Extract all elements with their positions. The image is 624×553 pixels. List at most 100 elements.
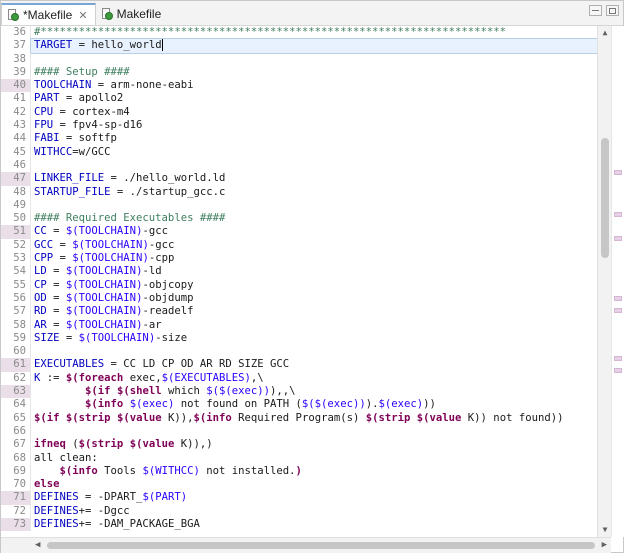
horizontal-scrollbar[interactable]: ◀ ▶	[1, 537, 611, 553]
code-text[interactable]: PART = apollo2	[31, 92, 123, 105]
code-line[interactable]: 63 $(if $(shell which $($(exec))),,\	[1, 385, 597, 399]
scroll-left-icon[interactable]: ◀	[35, 540, 40, 550]
code-text[interactable]: OD = $(TOOLCHAIN)-objdump	[31, 292, 193, 305]
code-text[interactable]: SIZE = $(TOOLCHAIN)-size	[31, 332, 187, 345]
code-line[interactable]: 55 CP = $(TOOLCHAIN)-objcopy	[1, 278, 597, 292]
code-line[interactable]: 62 K := $(foreach exec,$(EXECUTABLES),\	[1, 371, 597, 386]
current-code-line[interactable]: 37 TARGET = hello_world	[1, 38, 597, 54]
code-line[interactable]: 43 FPU = fpv4-sp-d16	[1, 119, 597, 133]
code-text[interactable]: CP = $(TOOLCHAIN)-objcopy	[31, 279, 193, 292]
code-line[interactable]: 57 RD = $(TOOLCHAIN)-readelf	[1, 305, 597, 319]
code-line[interactable]: 47 LINKER_FILE = ./hello_world.ld	[1, 172, 597, 186]
code-line[interactable]: 39 #### Setup ####	[1, 65, 597, 80]
code-line[interactable]: 61 EXECUTABLES = CC LD CP OD AR RD SIZE G…	[1, 358, 597, 372]
code-line[interactable]: 68 all clean:	[1, 451, 597, 465]
code-line[interactable]: 46	[1, 158, 597, 173]
code-text[interactable]: #### Required Executables ####	[31, 212, 225, 225]
code-line[interactable]: 40 TOOLCHAIN = arm-none-eabi	[1, 79, 597, 93]
code-text[interactable]: else	[31, 478, 60, 491]
code-line[interactable]: 66	[1, 424, 597, 439]
code-text[interactable]	[31, 199, 34, 212]
code-token: =	[53, 252, 73, 265]
vertical-scroll-thumb[interactable]	[601, 138, 609, 258]
code-line[interactable]: 71 DEFINES = -DPART_$(PART)	[1, 491, 597, 505]
code-line[interactable]: 52 GCC = $(TOOLCHAIN)-gcc	[1, 238, 597, 253]
code-text[interactable]: $(if $(shell which $($(exec))),,\	[31, 385, 296, 398]
code-text[interactable]: all clean:	[31, 452, 98, 465]
code-text[interactable]: CPU = cortex-m4	[31, 106, 130, 119]
code-text[interactable]: EXECUTABLES = CC LD CP OD AR RD SIZE GCC	[31, 358, 289, 371]
code-line[interactable]: 42 CPU = cortex-m4	[1, 105, 597, 120]
scroll-up-icon[interactable]: ▲	[601, 28, 609, 38]
code-line[interactable]: 69 $(info Tools $(WITHCC) not installed.…	[1, 464, 597, 479]
code-line[interactable]: 54 LD = $(TOOLCHAIN)-ld	[1, 265, 597, 279]
occurrence-marker[interactable]	[614, 296, 622, 301]
code-text[interactable]: K := $(foreach exec,$(EXECUTABLES),\	[31, 372, 264, 385]
code-line[interactable]: 65 $(if $(strip $(value K)),$(info Requir…	[1, 411, 597, 425]
code-line[interactable]: 58 AR = $(TOOLCHAIN)-ar	[1, 318, 597, 332]
code-text[interactable]: FPU = fpv4-sp-d16	[31, 119, 142, 132]
code-text[interactable]: TARGET = hello_world	[30, 38, 597, 54]
code-text[interactable]: AR = $(TOOLCHAIN)-ar	[31, 319, 162, 332]
code-text[interactable]: WITHCC=w/GCC	[31, 146, 111, 159]
code-line[interactable]: 38	[1, 52, 597, 66]
occurrence-marker[interactable]	[614, 356, 622, 361]
code-text[interactable]: $(info $(exec) not found on PATH ($($(ex…	[31, 398, 436, 411]
code-text[interactable]: GCC = $(TOOLCHAIN)-gcc	[31, 239, 174, 252]
maximize-icon[interactable]	[606, 5, 619, 16]
occurrence-marker[interactable]	[614, 212, 622, 217]
code-line[interactable]: 56 OD = $(TOOLCHAIN)-objdump	[1, 291, 597, 306]
code-editor[interactable]: 36 #*************************************…	[1, 26, 597, 537]
code-line[interactable]: 50 #### Required Executables ####	[1, 212, 597, 226]
occurrence-marker[interactable]	[614, 308, 622, 313]
code-line[interactable]: 59 SIZE = $(TOOLCHAIN)-size	[1, 331, 597, 346]
code-line[interactable]: 53 CPP = $(TOOLCHAIN)-cpp	[1, 252, 597, 266]
code-text[interactable]: RD = $(TOOLCHAIN)-readelf	[31, 305, 193, 318]
code-line[interactable]: 67 ifneq ($(strip $(value K)),)	[1, 438, 597, 452]
tab-makefile-modified[interactable]: *Makefile ✕	[1, 3, 96, 25]
code-line[interactable]: 70 else	[1, 478, 597, 492]
minimize-icon[interactable]	[589, 5, 602, 16]
code-text[interactable]	[31, 53, 34, 66]
code-text[interactable]: ifneq ($(strip $(value K)),)	[31, 438, 213, 451]
horizontal-scroll-thumb[interactable]	[47, 542, 595, 549]
code-line[interactable]: 45 WITHCC=w/GCC	[1, 145, 597, 159]
code-line[interactable]: 41 PART = apollo2	[1, 92, 597, 106]
scroll-down-icon[interactable]: ▼	[601, 525, 609, 535]
overview-ruler[interactable]	[611, 26, 624, 537]
code-line[interactable]: 72 DEFINES+= -Dgcc	[1, 504, 597, 518]
code-line[interactable]: 60	[1, 345, 597, 359]
code-text[interactable]	[31, 425, 34, 438]
code-text[interactable]: LINKER_FILE = ./hello_world.ld	[31, 172, 225, 185]
code-text[interactable]: FABI = softfp	[31, 132, 117, 145]
code-line[interactable]: 44 FABI = softfp	[1, 132, 597, 146]
code-text[interactable]: $(if $(strip $(value K)),$(info Required…	[31, 412, 563, 425]
code-token: CP	[34, 278, 47, 291]
code-line[interactable]: 48 STARTUP_FILE = ./startup_gcc.c	[1, 185, 597, 199]
code-text[interactable]	[31, 159, 34, 172]
tab-makefile[interactable]: Makefile	[96, 3, 169, 25]
code-text[interactable]	[31, 345, 34, 358]
code-text[interactable]: #### Setup ####	[31, 66, 130, 79]
code-line[interactable]: 73 DEFINES+= -DAM_PACKAGE_BGA	[1, 517, 597, 532]
occurrence-marker[interactable]	[614, 236, 622, 241]
code-text[interactable]: CC = $(TOOLCHAIN)-gcc	[31, 225, 168, 238]
scroll-right-icon[interactable]: ▶	[602, 540, 607, 550]
code-text[interactable]: LD = $(TOOLCHAIN)-ld	[31, 265, 162, 278]
occurrence-marker[interactable]	[614, 368, 622, 373]
code-line[interactable]: 36 #*************************************…	[1, 26, 597, 40]
vertical-scrollbar[interactable]: ▲ ▼	[597, 26, 612, 537]
code-text[interactable]: $(info Tools $(WITHCC) not installed.)	[31, 465, 302, 478]
code-text[interactable]: #***************************************…	[31, 26, 506, 39]
code-text[interactable]: DEFINES = -DPART_$(PART)	[31, 491, 187, 504]
code-text[interactable]: CPP = $(TOOLCHAIN)-cpp	[31, 252, 174, 265]
code-text[interactable]: STARTUP_FILE = ./startup_gcc.c	[31, 186, 225, 199]
occurrence-marker[interactable]	[614, 170, 622, 175]
code-text[interactable]: DEFINES+= -Dgcc	[31, 505, 130, 518]
close-icon[interactable]: ✕	[78, 9, 87, 22]
code-text[interactable]: TOOLCHAIN = arm-none-eabi	[31, 79, 193, 92]
code-text[interactable]: DEFINES+= -DAM_PACKAGE_BGA	[31, 518, 200, 531]
code-line[interactable]: 51 CC = $(TOOLCHAIN)-gcc	[1, 225, 597, 239]
code-line[interactable]: 49	[1, 198, 597, 213]
code-line[interactable]: 64 $(info $(exec) not found on PATH ($($…	[1, 398, 597, 412]
